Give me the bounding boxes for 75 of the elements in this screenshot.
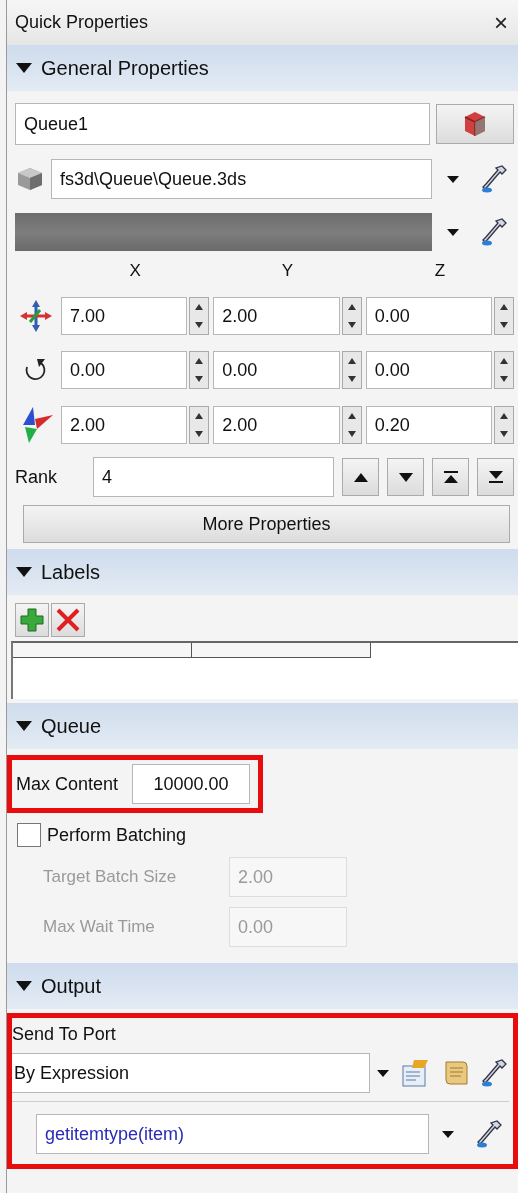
object-color-button[interactable]: [436, 104, 514, 144]
max-content-label: Max Content: [16, 773, 119, 795]
number-field[interactable]: 0.00: [365, 297, 492, 335]
section-header[interactable]: Labels: [7, 549, 518, 595]
triangle-down-icon: [396, 470, 415, 484]
cube-icon: [462, 110, 488, 138]
caret-icon[interactable]: [376, 1068, 391, 1078]
number-field[interactable]: 0.00: [365, 351, 492, 389]
name-field[interactable]: Queue1: [15, 103, 430, 145]
spin-buttons[interactable]: [341, 351, 362, 389]
more-properties-button[interactable]: More Properties: [23, 505, 510, 543]
eyedropper-icon[interactable]: [480, 164, 507, 194]
spin-buttons[interactable]: [494, 351, 514, 389]
target-batch-size-label: Target Batch Size: [43, 867, 178, 887]
expression-field[interactable]: getitemtype(item): [36, 1114, 429, 1154]
perform-batching-label: Perform Batching: [47, 824, 187, 846]
max-wait-time-label: Max Wait Time: [43, 917, 156, 937]
spin-buttons[interactable]: [341, 297, 362, 335]
eyedropper-icon[interactable]: [480, 217, 507, 247]
move-down-button[interactable]: [387, 458, 424, 496]
spin-buttons[interactable]: [494, 297, 514, 335]
column-header[interactable]: [13, 643, 192, 658]
axis-label: X: [129, 261, 141, 281]
spin-buttons[interactable]: [494, 406, 514, 444]
section-title: Output: [41, 974, 102, 998]
move-to-bottom-icon: [486, 470, 505, 484]
caret-icon[interactable]: [440, 1129, 455, 1139]
section-title: General Properties: [41, 56, 209, 80]
add-label-button[interactable]: [15, 603, 49, 637]
eyedropper-icon[interactable]: [480, 1058, 507, 1088]
caret-icon[interactable]: [445, 227, 460, 237]
eyedropper-icon[interactable]: [475, 1119, 502, 1149]
section-header[interactable]: General Properties: [7, 45, 518, 91]
shape-field[interactable]: fs3d\Queue\Queue.3ds: [51, 159, 432, 199]
spin-buttons[interactable]: [189, 297, 210, 335]
delete-label-button[interactable]: [51, 603, 85, 637]
checkbox[interactable]: [17, 823, 41, 847]
number-field[interactable]: 2.00: [213, 297, 340, 335]
section-title: Queue: [41, 714, 102, 738]
expand-triangle-icon: [15, 566, 33, 578]
caret-icon[interactable]: [445, 174, 460, 184]
expand-triangle-icon: [15, 62, 33, 74]
number-field[interactable]: 2.00: [213, 406, 340, 444]
number-field[interactable]: 0.00: [61, 351, 188, 389]
column-header[interactable]: [192, 643, 371, 658]
number-field[interactable]: 0.20: [365, 406, 492, 444]
section-header[interactable]: Output: [7, 963, 518, 1009]
spin-buttons[interactable]: [189, 351, 210, 389]
expand-triangle-icon: [15, 720, 33, 732]
number-field[interactable]: 0.00: [213, 351, 340, 389]
number-field[interactable]: 7.00: [61, 297, 188, 335]
delete-icon: [55, 607, 81, 633]
axis-label: Y: [281, 261, 294, 281]
cube-icon: [15, 166, 45, 192]
plus-icon: [19, 607, 45, 633]
panel-title: Quick Properties: [15, 12, 149, 33]
spin-buttons[interactable]: [189, 406, 210, 444]
move-to-top-icon: [441, 470, 460, 484]
move-arrows-icon: [18, 298, 54, 334]
section-header[interactable]: Queue: [7, 703, 518, 749]
expand-triangle-icon: [15, 980, 33, 992]
number-field[interactable]: 2.00: [61, 406, 188, 444]
rank-field[interactable]: 4: [93, 457, 334, 497]
color-swatch[interactable]: [15, 213, 432, 251]
spin-buttons[interactable]: [341, 406, 362, 444]
send-to-port-dropdown[interactable]: By Expression: [12, 1053, 370, 1093]
move-to-bottom-button[interactable]: [477, 458, 514, 496]
close-button[interactable]: ×: [492, 8, 510, 37]
move-up-button[interactable]: [342, 458, 379, 496]
max-content-field[interactable]: 10000.00: [132, 764, 251, 804]
send-to-port-label: Send To Port: [12, 1024, 117, 1045]
axis-label: Z: [434, 261, 445, 281]
move-to-top-button[interactable]: [432, 458, 469, 496]
section-title: Labels: [41, 560, 100, 584]
rank-label: Rank: [15, 466, 59, 488]
